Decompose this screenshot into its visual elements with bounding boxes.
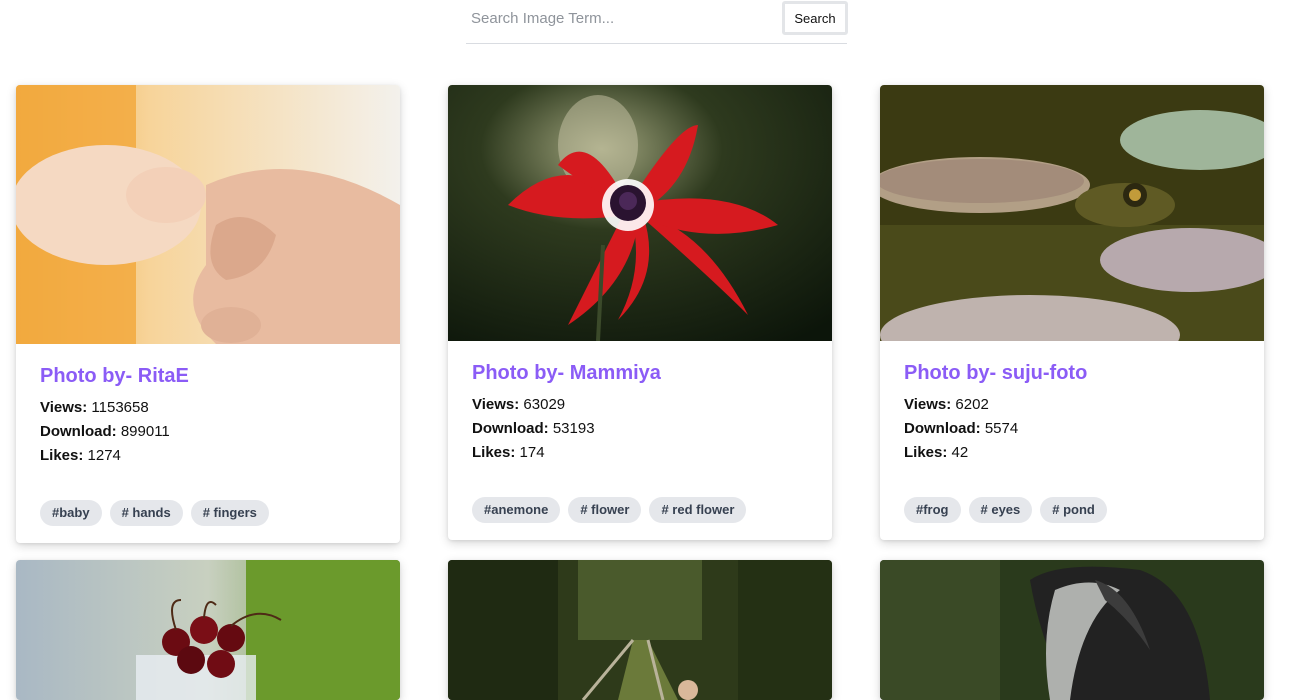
card-image[interactable]	[16, 85, 400, 344]
card-title: Photo by- RitaE	[40, 365, 189, 387]
views-label: Views:	[904, 396, 952, 413]
tag[interactable]: #baby	[40, 500, 102, 526]
views-value: 63029	[523, 396, 566, 413]
views-label: Views:	[472, 396, 520, 413]
image-card	[448, 560, 832, 700]
baby-hand-photo-icon	[16, 85, 400, 344]
tag[interactable]: # pond	[1040, 497, 1107, 523]
search-form: Search	[466, 0, 848, 44]
downloads-value: 53193	[552, 420, 595, 437]
image-card: Photo by- Mammiya Views: 63029 Download:…	[448, 85, 832, 540]
views-value: 1153658	[91, 399, 149, 416]
cherries-photo-icon	[16, 560, 400, 700]
tag[interactable]: # red flower	[649, 497, 747, 523]
tag-list: #anemone # flower # red flower	[448, 465, 832, 540]
downloads-value: 5574	[984, 420, 1019, 437]
image-card	[16, 560, 400, 700]
downloads-stat: Download: 899011	[40, 420, 376, 444]
views-label: Views:	[40, 399, 88, 416]
railway-forest-photo-icon	[448, 560, 832, 700]
red-anemone-photo-icon	[448, 85, 832, 341]
views-stat: Views: 1153658	[40, 396, 376, 420]
tag[interactable]: # flower	[568, 497, 642, 523]
card-image[interactable]	[448, 85, 832, 341]
tag[interactable]: # hands	[109, 500, 183, 526]
frog-pond-photo-icon	[880, 85, 1264, 341]
card-image[interactable]	[448, 560, 832, 700]
likes-label: Likes:	[40, 447, 84, 464]
likes-stat: Likes: 174	[472, 441, 808, 465]
likes-label: Likes:	[472, 444, 516, 461]
image-card	[880, 560, 1264, 700]
likes-stat: Likes: 42	[904, 441, 1240, 465]
views-stat: Views: 6202	[904, 393, 1240, 417]
downloads-stat: Download: 5574	[904, 417, 1240, 441]
likes-value: 42	[951, 444, 969, 461]
views-value: 6202	[955, 396, 989, 413]
heron-photo-icon	[880, 560, 1264, 700]
tag[interactable]: #anemone	[472, 497, 561, 523]
downloads-value: 899011	[120, 423, 170, 440]
views-stat: Views: 63029	[472, 393, 808, 417]
card-image[interactable]	[880, 560, 1264, 700]
search-input[interactable]	[466, 0, 776, 37]
likes-value: 174	[519, 444, 545, 461]
likes-value: 1274	[87, 447, 121, 464]
tag[interactable]: #frog	[904, 497, 961, 523]
card-title: Photo by- suju-foto	[904, 362, 1088, 384]
image-card: Photo by- RitaE Views: 1153658 Download:…	[16, 85, 400, 543]
likes-label: Likes:	[904, 444, 948, 461]
search-button[interactable]: Search	[782, 1, 848, 35]
tag[interactable]: # fingers	[190, 500, 269, 526]
card-image[interactable]	[16, 560, 400, 700]
tag-list: #frog # eyes # pond	[880, 465, 1264, 540]
downloads-label: Download:	[472, 420, 549, 437]
image-card: Photo by- suju-foto Views: 6202 Download…	[880, 85, 1264, 540]
downloads-label: Download:	[40, 423, 117, 440]
tag[interactable]: # eyes	[968, 497, 1033, 523]
card-title: Photo by- Mammiya	[472, 362, 661, 384]
tag-list: #baby # hands # fingers	[16, 468, 400, 543]
downloads-stat: Download: 53193	[472, 417, 808, 441]
downloads-label: Download:	[904, 420, 981, 437]
card-image[interactable]	[880, 85, 1264, 341]
likes-stat: Likes: 1274	[40, 444, 376, 468]
